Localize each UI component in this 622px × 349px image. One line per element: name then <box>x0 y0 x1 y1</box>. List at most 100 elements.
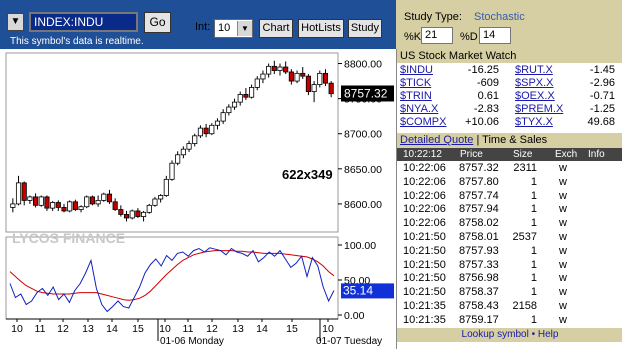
trade-size: 1 <box>530 217 537 230</box>
k-label: %K <box>404 31 422 43</box>
trade-price: 8758.37 <box>459 286 499 299</box>
price-tick-label: 8650.00 <box>344 164 382 176</box>
symbol-menu-button[interactable]: ▼ <box>7 13 24 31</box>
watch-symbol-link[interactable]: $INDU <box>400 64 433 76</box>
trade-row: 10:21:35 8759.17 1 w <box>397 314 622 327</box>
tab-detailed-quote[interactable]: Detailed Quote <box>400 134 473 146</box>
trade-row: 10:22:06 8757.74 1 w <box>397 190 622 203</box>
candle-body <box>44 196 50 209</box>
trade-price: 8758.02 <box>459 217 499 230</box>
watch-symbol-link[interactable]: $TICK <box>400 77 431 89</box>
tab-separator: | <box>476 134 480 146</box>
trade-size: 1 <box>530 272 537 285</box>
trade-price: 8759.17 <box>459 313 499 326</box>
candle-body <box>21 182 27 201</box>
trade-price: 8758.01 <box>459 231 499 243</box>
candle-body <box>61 207 67 212</box>
x-tick-label: 14 <box>106 323 118 335</box>
watch-symbol-link[interactable]: $NYA.X <box>400 103 438 115</box>
trade-size: 1 <box>530 189 537 202</box>
candle-body <box>95 200 101 205</box>
interval-dropdown-arrow-icon[interactable]: ▼ <box>237 21 252 36</box>
trade-price: 8757.74 <box>459 189 499 202</box>
candle-body <box>141 211 147 217</box>
k-input[interactable]: 21 <box>421 27 453 44</box>
watch-change: 49.68 <box>587 116 615 128</box>
price-tick-label: 8800.00 <box>344 59 382 71</box>
trade-size: 1 <box>530 203 537 216</box>
price-chart[interactable]: LYCOS FINANCE8800.008750.008700.008650.0… <box>0 49 396 349</box>
trade-exch: w <box>559 258 567 271</box>
d-input[interactable]: 14 <box>479 27 511 44</box>
candle-body <box>163 178 169 196</box>
candle-body <box>38 196 44 206</box>
header-price: Price <box>460 149 483 160</box>
current-stoch-label: 35.14 <box>343 283 373 297</box>
watch-symbol-link[interactable]: $RUT.X <box>515 64 553 76</box>
candle-body <box>67 201 73 212</box>
candle-body <box>175 154 181 164</box>
trade-price: 8757.33 <box>459 258 499 271</box>
candle-body <box>106 193 113 203</box>
study-button[interactable]: Study <box>348 19 382 38</box>
candle-body <box>27 196 33 201</box>
trade-size: 2537 <box>512 231 537 243</box>
trade-size: 2158 <box>512 300 537 312</box>
candle-body <box>89 196 95 205</box>
help-link[interactable]: Help <box>538 329 559 340</box>
candle-body <box>180 148 186 156</box>
candle-body <box>84 196 90 208</box>
candle-body <box>112 201 118 210</box>
candle-body <box>209 124 215 135</box>
watch-change: -609 <box>476 77 499 89</box>
trade-time: 10:22:06 <box>403 203 446 216</box>
watch-symbol-link[interactable]: $PREM.X <box>515 103 563 115</box>
candle-body <box>101 193 107 201</box>
lycos-watermark: LYCOS FINANCE <box>12 230 125 246</box>
watch-change: -2.96 <box>589 77 615 89</box>
x-tick-label: 13 <box>82 323 94 335</box>
trade-exch: w <box>559 203 567 216</box>
trade-time: 10:21:50 <box>403 231 446 243</box>
candle-body <box>152 198 158 206</box>
study-type-value[interactable]: Stochastic <box>474 11 525 23</box>
trade-time: 10:22:06 <box>403 217 446 230</box>
trade-price: 8757.32 <box>459 162 499 174</box>
candle-body <box>226 106 232 114</box>
watch-symbol-link[interactable]: $SPX.X <box>515 77 554 89</box>
trade-row: 10:21:50 8758.01 2537 w <box>397 231 622 244</box>
trade-exch: w <box>559 272 567 285</box>
watch-change: -1.45 <box>589 64 615 76</box>
lookup-symbol-link[interactable]: Lookup symbol <box>462 329 529 340</box>
trade-price: 8758.43 <box>459 300 499 312</box>
trade-exch: w <box>559 313 567 326</box>
watch-symbol-link[interactable]: $OEX.X <box>515 90 555 102</box>
header-exch: Exch <box>555 149 578 160</box>
candle-body <box>322 72 329 84</box>
go-button[interactable]: Go <box>144 12 171 33</box>
trade-size: 1 <box>530 313 537 326</box>
watch-change: 0.61 <box>477 90 499 102</box>
hotlists-button[interactable]: HotLists <box>298 19 344 38</box>
candle-body <box>192 135 198 144</box>
tab-time-sales[interactable]: Time & Sales <box>482 134 547 146</box>
candle-body <box>220 112 226 122</box>
watch-change: -16.25 <box>467 64 499 76</box>
trades-header: 10:22:12 Price Size Exch Info <box>397 148 622 161</box>
watch-symbol-link[interactable]: $TYX.X <box>515 116 553 128</box>
watch-change: -2.83 <box>473 103 499 115</box>
candle-body <box>197 127 203 137</box>
watch-symbol-link[interactable]: $COMPX <box>400 116 446 128</box>
chart-button[interactable]: Chart <box>259 19 293 38</box>
quote-tabs: Detailed Quote | Time & Sales <box>397 133 622 148</box>
candle-body <box>78 206 84 210</box>
candle-body <box>50 202 56 209</box>
trade-size: 1 <box>530 258 537 271</box>
size-overlay-text: 622x349 <box>282 167 333 182</box>
trade-exch: w <box>559 286 567 299</box>
symbol-input[interactable] <box>29 12 138 32</box>
candle-body <box>158 195 164 200</box>
trade-time: 10:21:50 <box>403 258 446 271</box>
watch-symbol-link[interactable]: $TRIN <box>400 90 432 102</box>
watch-change: -0.71 <box>589 90 615 102</box>
